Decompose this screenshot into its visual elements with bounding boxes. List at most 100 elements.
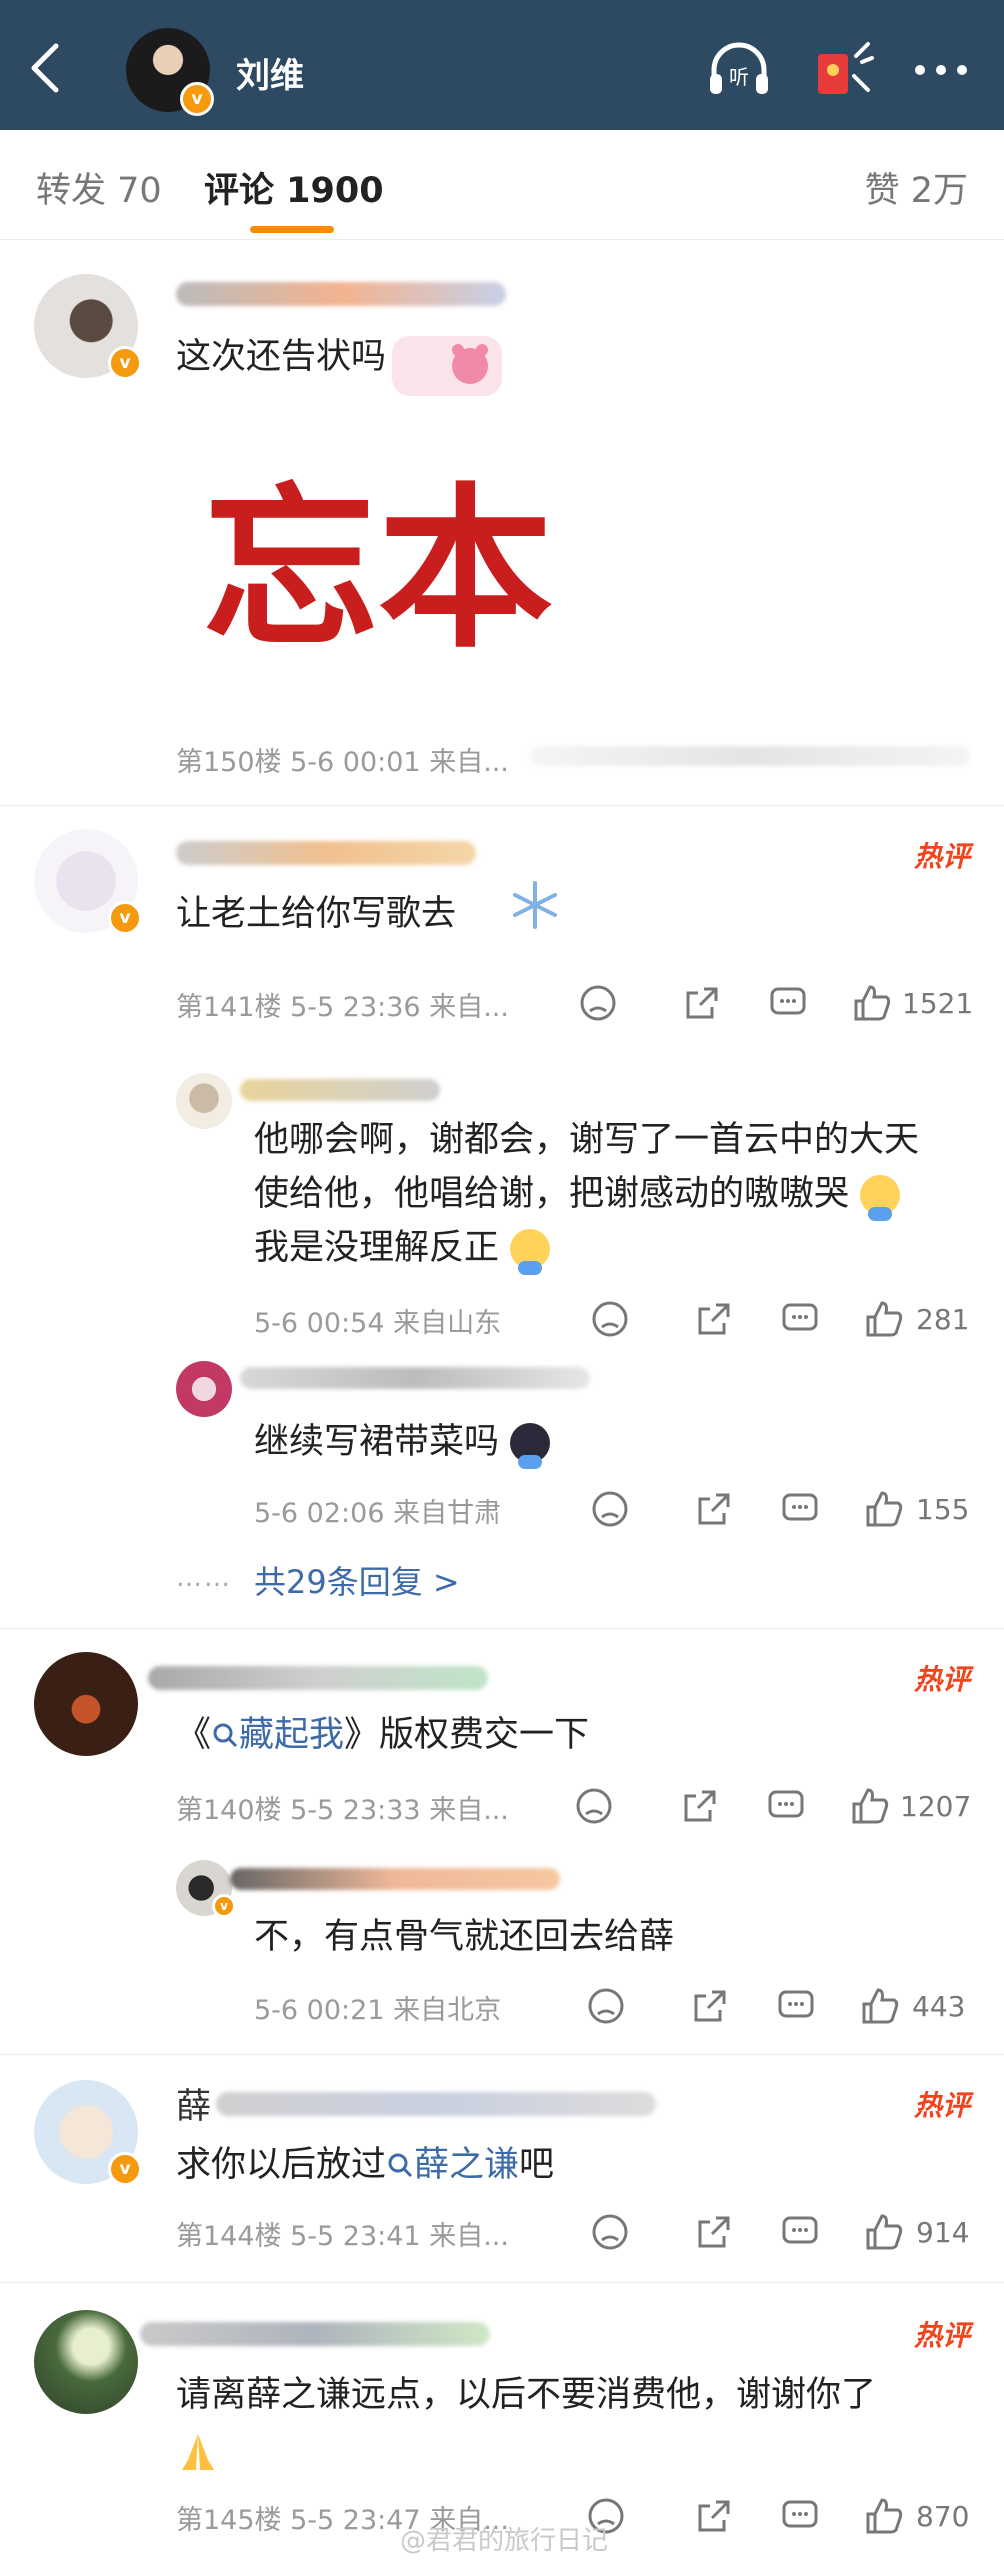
search-link[interactable]: 薛之谦 bbox=[386, 2145, 519, 2185]
more-dots: …… bbox=[176, 1563, 232, 1593]
like-count: 281 bbox=[916, 1303, 970, 1336]
commenter-name-visible[interactable]: 薛 bbox=[176, 2080, 211, 2134]
reply-text-line: 使给他，他唱给谢，把谢感动的嗷嗷哭 bbox=[254, 1174, 850, 1214]
comment-meta: 第141楼 5-5 23:36 来自... bbox=[176, 992, 509, 1023]
red-packet-icon[interactable] bbox=[810, 36, 876, 102]
back-arrow-icon[interactable] bbox=[26, 42, 66, 94]
share-icon[interactable] bbox=[694, 2212, 734, 2252]
like-count: 155 bbox=[916, 1493, 970, 1526]
blurred-username bbox=[176, 841, 476, 865]
dislike-face-icon[interactable] bbox=[590, 1489, 630, 1529]
comment-item: v 热评 让老土给你写歌去 第141楼 5-5 23:36 来自... 1521… bbox=[0, 805, 1004, 1629]
comment-meta: 第140楼 5-5 23:33 来自... bbox=[176, 1795, 509, 1826]
reply-avatar[interactable] bbox=[176, 1073, 232, 1129]
share-icon[interactable] bbox=[694, 2496, 734, 2536]
comment-image-calligraphy[interactable]: 忘本 bbox=[178, 450, 588, 690]
commenter-avatar[interactable] bbox=[34, 2310, 138, 2414]
image-text: 忘本 bbox=[203, 467, 553, 672]
blurred-username bbox=[140, 2322, 490, 2346]
like-thumb-icon[interactable] bbox=[864, 2212, 904, 2252]
comment-meta: 第150楼 5-6 00:01 来自... bbox=[176, 747, 509, 778]
like-count: 443 bbox=[912, 1990, 966, 2023]
verified-badge-icon: v bbox=[108, 901, 142, 935]
like-count: 1207 bbox=[900, 1790, 972, 1823]
hot-comment-badge: 热评 bbox=[913, 840, 970, 873]
blurred-username bbox=[148, 1666, 488, 1690]
share-icon[interactable] bbox=[694, 1489, 734, 1529]
more-options-icon[interactable] bbox=[908, 36, 974, 102]
share-icon[interactable] bbox=[694, 1299, 734, 1339]
dislike-face-icon[interactable] bbox=[590, 1299, 630, 1339]
listen-headphones-icon[interactable]: 听 bbox=[706, 36, 772, 102]
like-thumb-icon[interactable] bbox=[864, 2496, 904, 2536]
share-icon[interactable] bbox=[690, 1986, 730, 2026]
comment-bubble-icon[interactable] bbox=[780, 2496, 820, 2536]
reply-text-line: 他哪会啊，谢都会，谢写了一首云中的大天 bbox=[254, 1120, 920, 1160]
hot-comment-badge: 热评 bbox=[913, 1663, 970, 1696]
search-icon bbox=[213, 1723, 238, 1748]
blurred-username bbox=[240, 1079, 440, 1101]
like-count: 914 bbox=[916, 2216, 970, 2249]
reply-meta: 5-6 00:54 来自山东 bbox=[254, 1308, 502, 1339]
verified-badge-icon: v bbox=[180, 82, 214, 116]
hot-comment-badge: 热评 bbox=[913, 2089, 970, 2122]
blurred-username bbox=[230, 1868, 560, 1890]
like-thumb-icon[interactable] bbox=[852, 983, 892, 1023]
comment-item: 热评 请离薛之谦远点，以后不要消费他，谢谢你了 第145楼 5-5 23:47 … bbox=[0, 2282, 1004, 2560]
search-link-text[interactable]: 薛之谦 bbox=[414, 2145, 519, 2185]
commenter-avatar[interactable] bbox=[34, 1652, 138, 1756]
comment-bubble-icon[interactable] bbox=[776, 1986, 816, 2026]
top-bar: v 刘维 听 bbox=[0, 0, 1004, 130]
tab-bar: 转发 70 评论 1900 赞 2万 bbox=[0, 130, 1004, 240]
comment-bubble-icon[interactable] bbox=[780, 1489, 820, 1529]
verified-badge-icon: v bbox=[212, 1894, 236, 1918]
comment-bubble-icon[interactable] bbox=[780, 2212, 820, 2252]
reply-text-line: 继续写裙带菜吗 bbox=[254, 1422, 500, 1462]
dislike-face-icon[interactable] bbox=[578, 983, 618, 1023]
user-name[interactable]: 刘维 bbox=[236, 48, 304, 97]
comment-text: 请离薛之谦远点，以后不要消费他，谢谢你了 bbox=[176, 2375, 877, 2415]
share-icon[interactable] bbox=[680, 1786, 720, 1826]
comment-text: 《 bbox=[176, 1715, 212, 1755]
tab-reposts[interactable]: 转发 70 bbox=[36, 162, 162, 213]
like-thumb-icon[interactable] bbox=[850, 1786, 890, 1826]
search-link-text[interactable]: 藏起我 bbox=[239, 1715, 344, 1755]
comment-meta: 第144楼 5-5 23:41 来自... bbox=[176, 2221, 509, 2252]
tab-comments[interactable]: 评论 1900 bbox=[204, 162, 384, 213]
dislike-face-icon[interactable] bbox=[590, 2212, 630, 2252]
comment-bubble-icon[interactable] bbox=[768, 983, 808, 1023]
search-icon bbox=[388, 2153, 413, 2178]
panda-emoji-icon bbox=[510, 1423, 551, 1469]
like-thumb-icon[interactable] bbox=[864, 1299, 904, 1339]
reply-text-line: 不，有点骨气就还回去给薛 bbox=[254, 1917, 675, 1957]
blurred-username bbox=[216, 2092, 656, 2116]
verified-badge-icon: v bbox=[108, 2152, 142, 2186]
bear-sticker-icon bbox=[392, 336, 502, 396]
reply-avatar[interactable] bbox=[176, 1361, 232, 1417]
comment-text: 吧 bbox=[519, 2145, 555, 2185]
like-count: 1521 bbox=[902, 987, 974, 1020]
comment-bubble-icon[interactable] bbox=[780, 1299, 820, 1339]
shrug-emoji-icon bbox=[860, 1175, 901, 1221]
search-link[interactable]: 藏起我 bbox=[211, 1715, 344, 1755]
verified-badge-icon: v bbox=[108, 346, 142, 380]
hot-comment-badge: 热评 bbox=[913, 2319, 970, 2352]
dislike-face-icon[interactable] bbox=[574, 1786, 614, 1826]
share-icon[interactable] bbox=[682, 983, 722, 1023]
comment-text: 这次还告状吗 bbox=[176, 337, 387, 377]
comment-bubble-icon[interactable] bbox=[766, 1786, 806, 1826]
like-count: 870 bbox=[916, 2500, 970, 2533]
tab-likes[interactable]: 赞 2万 bbox=[865, 162, 968, 213]
comment-text: 让老土给你写歌去 bbox=[176, 894, 457, 934]
view-more-replies-link[interactable]: 共29条回复 > bbox=[254, 1557, 460, 1603]
reply-meta: 5-6 02:06 来自甘肃 bbox=[254, 1498, 502, 1529]
comment-item: 热评 《藏起我》版权费交一下 第140楼 5-5 23:33 来自... 120… bbox=[0, 1628, 1004, 2055]
comment-text: 求你以后放过 bbox=[176, 2145, 387, 2185]
like-thumb-icon[interactable] bbox=[864, 1489, 904, 1529]
comment-item: v 薛 热评 求你以后放过 薛之谦吧 第144楼 5-5 23:41 来自... … bbox=[0, 2054, 1004, 2283]
blurred-username bbox=[240, 1367, 590, 1389]
dislike-face-icon[interactable] bbox=[586, 1986, 626, 2026]
like-thumb-icon[interactable] bbox=[860, 1986, 900, 2026]
blurred-username bbox=[176, 282, 506, 306]
comment-text: 》版权费交一下 bbox=[344, 1715, 590, 1755]
